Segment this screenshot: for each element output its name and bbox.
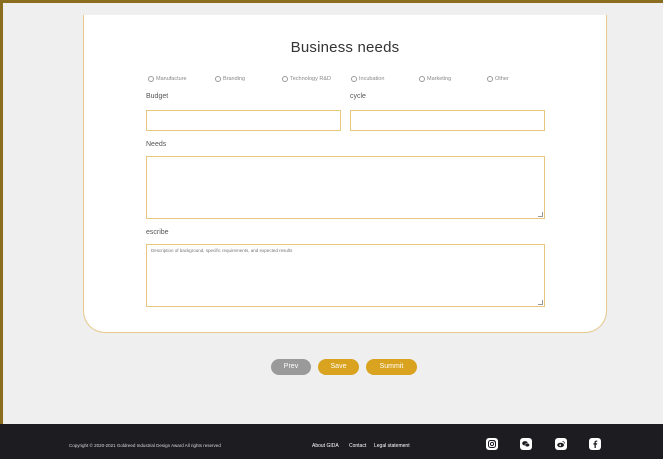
budget-label: Budget bbox=[146, 93, 169, 100]
cycle-label: cycle bbox=[350, 93, 366, 100]
radio-circle-icon bbox=[148, 76, 154, 82]
resize-handle-icon[interactable] bbox=[538, 212, 543, 217]
describe-label: escribe bbox=[146, 229, 169, 236]
page-title: Business needs bbox=[290, 39, 400, 56]
footer-link-contact[interactable]: Contact bbox=[349, 443, 366, 449]
describe-textarea[interactable] bbox=[147, 245, 544, 306]
radio-incubation[interactable]: Incubation bbox=[351, 76, 384, 82]
radio-label: Marketing bbox=[427, 76, 452, 82]
resize-handle-icon[interactable] bbox=[538, 300, 543, 305]
facebook-icon[interactable] bbox=[589, 438, 601, 450]
cycle-field-wrapper bbox=[350, 110, 545, 132]
footer-link-about[interactable]: About GIDA bbox=[312, 443, 339, 449]
submit-button[interactable]: Summit bbox=[366, 359, 417, 375]
copyright-text: Copyright © 2020-2021 Goldreed Industria… bbox=[69, 443, 221, 448]
prev-button[interactable]: Prev bbox=[271, 359, 311, 375]
needs-field-wrapper bbox=[146, 156, 545, 219]
instagram-icon[interactable] bbox=[486, 438, 498, 450]
needs-label: Needs bbox=[146, 141, 167, 148]
footer-link-legal[interactable]: Legal statement bbox=[374, 443, 410, 449]
radio-circle-icon bbox=[419, 76, 425, 82]
page-frame: Business needs Manufacture Branding Tech… bbox=[0, 0, 663, 424]
radio-technology-rd[interactable]: Technology R&D bbox=[282, 76, 331, 82]
radio-circle-icon bbox=[487, 76, 493, 82]
radio-manufacture[interactable]: Manufacture bbox=[148, 76, 187, 82]
radio-label: Other bbox=[495, 76, 509, 82]
radio-label: Technology R&D bbox=[290, 76, 331, 82]
category-radio-group: Manufacture Branding Technology R&D Incu… bbox=[148, 76, 568, 88]
save-button[interactable]: Save bbox=[318, 359, 359, 375]
weibo-icon[interactable] bbox=[555, 438, 567, 450]
radio-label: Manufacture bbox=[156, 76, 187, 82]
budget-field-wrapper bbox=[146, 110, 341, 132]
radio-other[interactable]: Other bbox=[487, 76, 509, 82]
radio-branding[interactable]: Branding bbox=[215, 76, 245, 82]
business-needs-card: Business needs Manufacture Branding Tech… bbox=[83, 15, 607, 333]
radio-circle-icon bbox=[351, 76, 357, 82]
budget-input[interactable] bbox=[147, 113, 340, 132]
cycle-input[interactable] bbox=[351, 113, 544, 132]
radio-label: Incubation bbox=[359, 76, 385, 82]
site-footer: Copyright © 2020-2021 Goldreed Industria… bbox=[0, 424, 663, 459]
radio-label: Branding bbox=[223, 76, 246, 82]
radio-marketing[interactable]: Marketing bbox=[419, 76, 451, 82]
radio-circle-icon bbox=[282, 76, 288, 82]
wechat-icon[interactable] bbox=[520, 438, 532, 450]
needs-textarea[interactable] bbox=[147, 157, 544, 218]
describe-field-wrapper bbox=[146, 244, 545, 307]
radio-circle-icon bbox=[215, 76, 221, 82]
